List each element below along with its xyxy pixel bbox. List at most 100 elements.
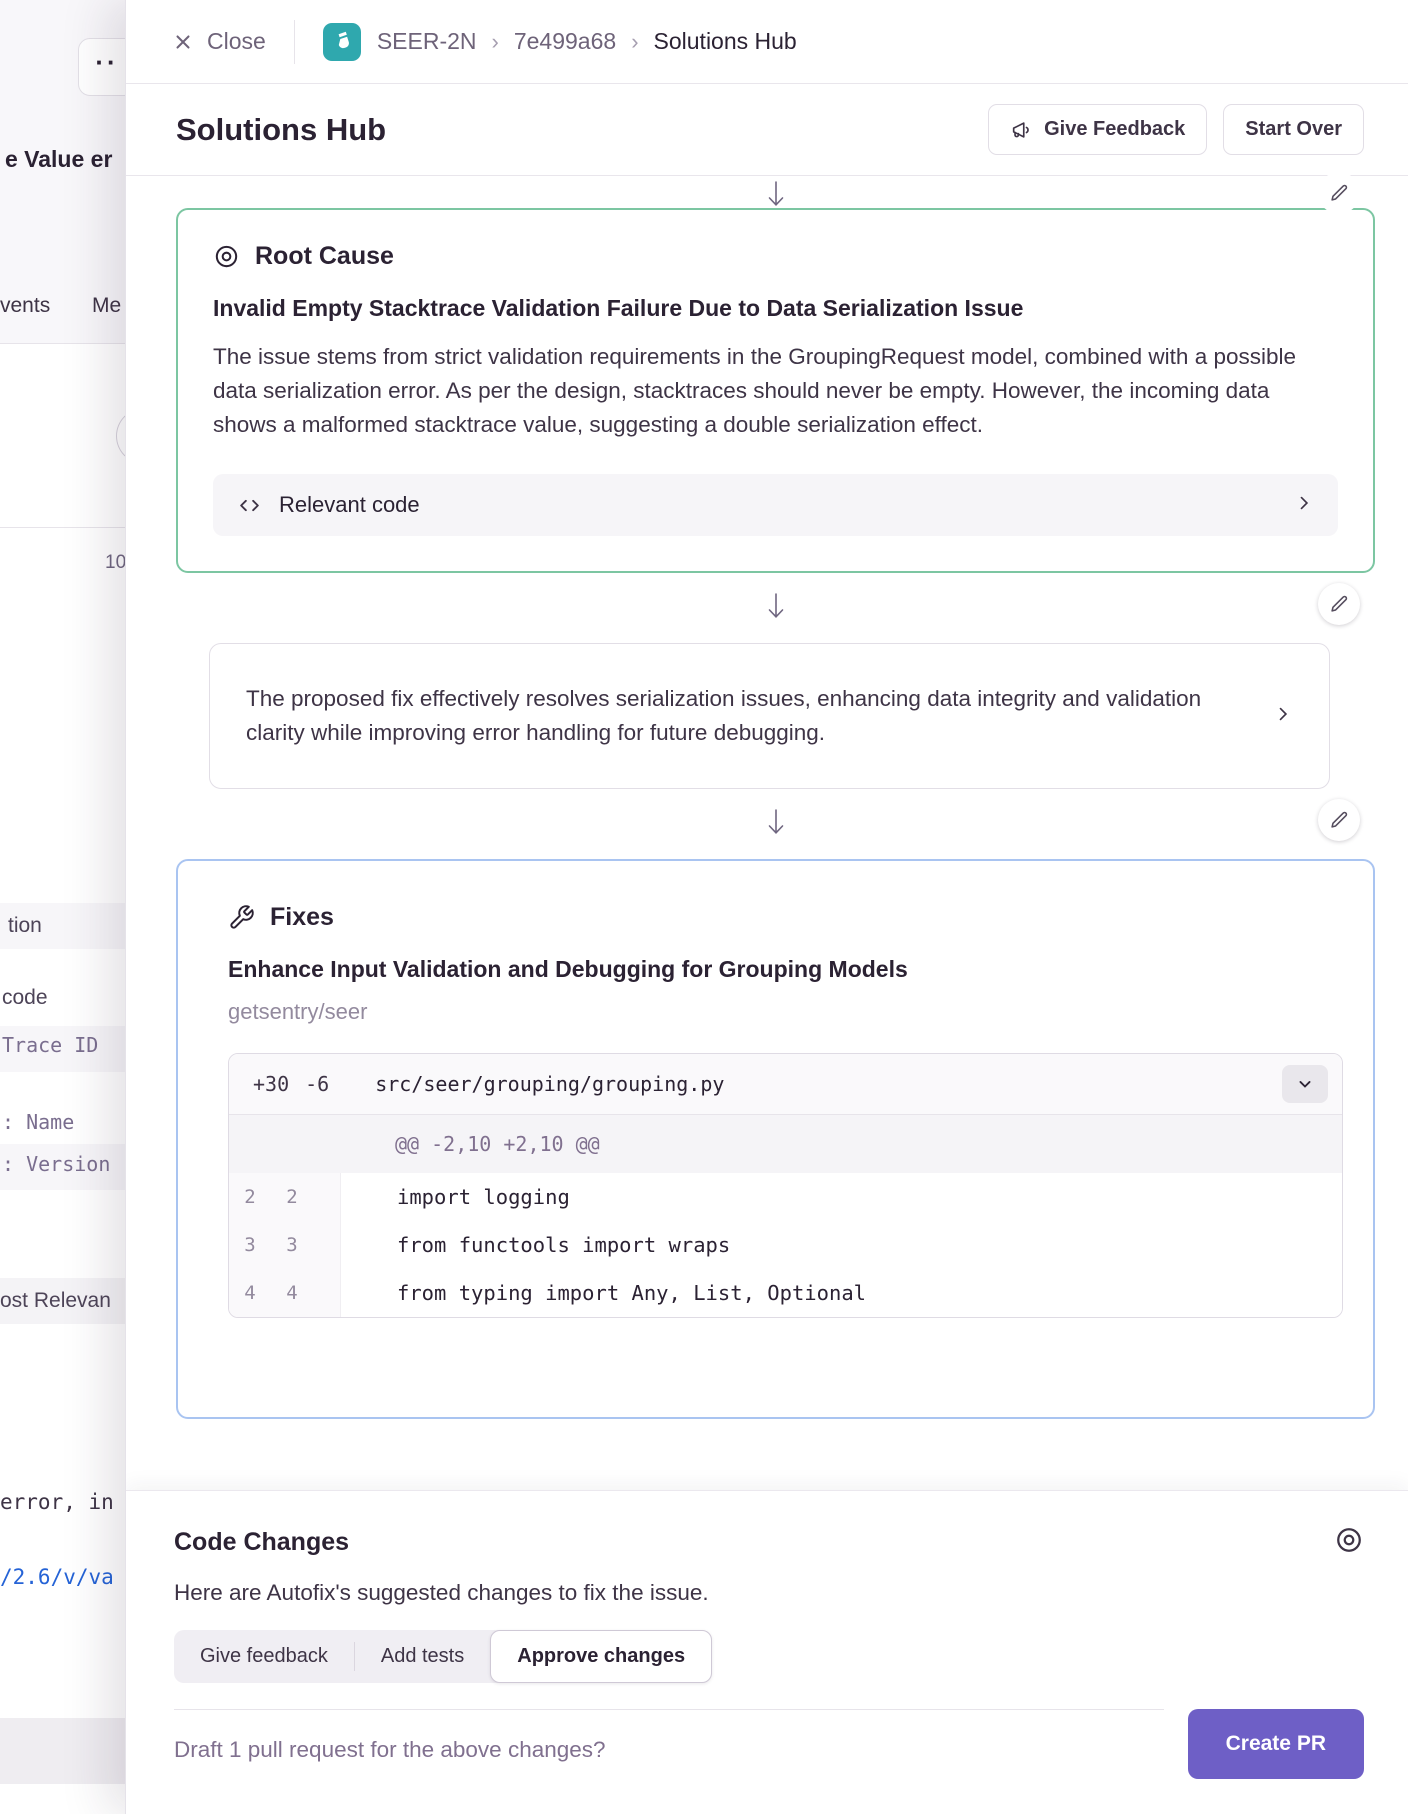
background-row-label-fragment: code	[2, 975, 48, 1021]
code-text: import logging	[341, 1173, 1342, 1221]
megaphone-icon	[1010, 119, 1032, 141]
diff-deletions: -6	[305, 1072, 329, 1096]
pencil-icon	[1328, 809, 1350, 831]
target-icon	[213, 243, 240, 270]
edit-root-cause-button[interactable]	[1318, 172, 1360, 214]
breadcrumb-project[interactable]: SEER-2N	[377, 28, 477, 55]
diff-collapse-button[interactable]	[1282, 1065, 1328, 1103]
flow-connector	[176, 789, 1375, 859]
root-cause-title: Invalid Empty Stacktrace Validation Fail…	[213, 295, 1338, 322]
background-tab-events-fragment[interactable]: vents	[0, 294, 50, 318]
flow-connector	[176, 573, 1375, 643]
fixes-heading-label: Fixes	[270, 903, 334, 932]
down-arrow-icon	[764, 179, 788, 216]
background-docs-link-fragment[interactable]: /2.6/v/va	[0, 1565, 114, 1589]
page-title: Solutions Hub	[176, 112, 386, 148]
autofix-flow: Root Cause Invalid Empty Stacktrace Vali…	[126, 176, 1408, 1419]
topbar-divider	[294, 20, 295, 64]
pr-footer-prompt: Draft 1 pull request for the above chang…	[174, 1709, 1164, 1763]
background-issue-title-fragment: e Value er	[5, 146, 112, 173]
diff-gutter: 4 4	[229, 1269, 341, 1317]
relevant-code-label: Relevant code	[279, 492, 420, 518]
diff-gutter: 2 2	[229, 1173, 341, 1221]
drawer-topbar: Close SEER-2N › 7e499a68 › Solutions Hub	[126, 0, 1408, 84]
background-key-version-fragment: : Version	[2, 1152, 110, 1176]
background-key-name-fragment: : Name	[2, 1110, 74, 1134]
pencil-icon	[1328, 182, 1350, 204]
start-over-button[interactable]: Start Over	[1223, 104, 1364, 155]
root-cause-heading: Root Cause	[213, 242, 1338, 271]
give-feedback-button[interactable]: Give Feedback	[988, 104, 1207, 155]
diff-hunk-header: @@ -2,10 +2,10 @@	[229, 1115, 1342, 1173]
code-text: from typing import Any, List, Optional	[341, 1269, 1342, 1317]
code-text: from functools import wraps	[341, 1221, 1342, 1269]
code-changes-heading: Code Changes	[174, 1528, 349, 1557]
solutions-hub-drawer: Close SEER-2N › 7e499a68 › Solutions Hub…	[125, 0, 1408, 1814]
flow-connector	[176, 176, 1375, 208]
target-icon	[1334, 1525, 1364, 1560]
diff-file-path: src/seer/grouping/grouping.py	[375, 1072, 724, 1096]
breadcrumb-separator-icon: ›	[492, 29, 499, 55]
give-feedback-label: Give Feedback	[1044, 118, 1185, 141]
diff-line: 2 2 import logging	[229, 1173, 1342, 1221]
pencil-icon	[1328, 593, 1350, 615]
old-line-number: 4	[229, 1269, 271, 1317]
header-actions: Give Feedback Start Over	[988, 104, 1364, 155]
background-section-header-fragment: ost Relevan	[0, 1278, 111, 1324]
root-cause-heading-label: Root Cause	[255, 242, 394, 271]
breadcrumb: SEER-2N › 7e499a68 › Solutions Hub	[377, 28, 797, 55]
down-arrow-icon	[764, 591, 788, 628]
root-cause-description: The issue stems from strict validation r…	[213, 340, 1303, 442]
fix-title: Enhance Input Validation and Debugging f…	[228, 956, 1343, 983]
diff-block: +30 -6 src/seer/grouping/grouping.py @@ …	[228, 1053, 1343, 1318]
breadcrumb-issue-id[interactable]: 7e499a68	[514, 28, 616, 55]
background-stacktrace-fragment: error, in	[0, 1490, 114, 1514]
edit-solution-button[interactable]	[1318, 583, 1360, 625]
edit-fixes-button[interactable]	[1318, 799, 1360, 841]
new-line-number: 2	[271, 1173, 313, 1221]
background-divider	[0, 343, 130, 344]
pr-footer: Draft 1 pull request for the above chang…	[174, 1709, 1364, 1779]
fixes-heading: Fixes	[228, 903, 1343, 932]
breadcrumb-separator-icon: ›	[631, 29, 638, 55]
background-page: ·· e Value er vents Me 10 tion code Trac…	[0, 0, 130, 1814]
background-count-fragment: 10	[105, 552, 126, 574]
fixes-card: Fixes Enhance Input Validation and Debug…	[176, 859, 1375, 1419]
chevron-right-icon	[1273, 704, 1299, 729]
background-row-label-fragment: tion	[8, 903, 42, 949]
diff-stats: +30 -6	[253, 1072, 329, 1096]
create-pr-button[interactable]: Create PR	[1188, 1709, 1364, 1779]
diff-header: +30 -6 src/seer/grouping/grouping.py	[229, 1054, 1342, 1115]
give-feedback-action[interactable]: Give feedback	[174, 1630, 354, 1683]
code-brackets-icon	[237, 493, 262, 518]
code-changes-description: Here are Autofix's suggested changes to …	[174, 1580, 1364, 1606]
add-tests-action[interactable]: Add tests	[355, 1630, 490, 1683]
background-divider	[0, 527, 130, 528]
close-icon	[172, 31, 194, 53]
close-label: Close	[207, 28, 266, 55]
new-line-number: 4	[271, 1269, 313, 1317]
solution-summary-card[interactable]: The proposed fix effectively resolves se…	[209, 643, 1330, 789]
start-over-label: Start Over	[1245, 118, 1342, 141]
code-changes-actions: Give feedback Add tests Approve changes	[174, 1630, 712, 1683]
relevant-code-expander[interactable]: Relevant code	[213, 474, 1338, 536]
diff-additions: +30	[253, 1072, 289, 1096]
background-key-trace-id-fragment: Trace ID	[2, 1033, 98, 1057]
down-arrow-icon	[764, 807, 788, 844]
chevron-down-icon	[1295, 1074, 1315, 1094]
seer-project-icon	[323, 23, 361, 61]
background-footer-row	[0, 1718, 130, 1784]
chevron-right-icon	[1294, 493, 1314, 518]
drawer-header: Solutions Hub Give Feedback Start Over	[126, 84, 1408, 176]
wrench-icon	[228, 904, 255, 931]
fix-repo: getsentry/seer	[228, 999, 1343, 1025]
solution-summary-text: The proposed fix effectively resolves se…	[246, 682, 1206, 750]
diff-gutter: 3 3	[229, 1221, 341, 1269]
diff-line: 4 4 from typing import Any, List, Option…	[229, 1269, 1342, 1317]
new-line-number: 3	[271, 1221, 313, 1269]
close-button[interactable]: Close	[172, 28, 266, 55]
breadcrumb-current: Solutions Hub	[654, 28, 797, 55]
background-tab-fragment[interactable]: Me	[92, 294, 121, 318]
approve-changes-action[interactable]: Approve changes	[490, 1630, 712, 1683]
old-line-number: 3	[229, 1221, 271, 1269]
